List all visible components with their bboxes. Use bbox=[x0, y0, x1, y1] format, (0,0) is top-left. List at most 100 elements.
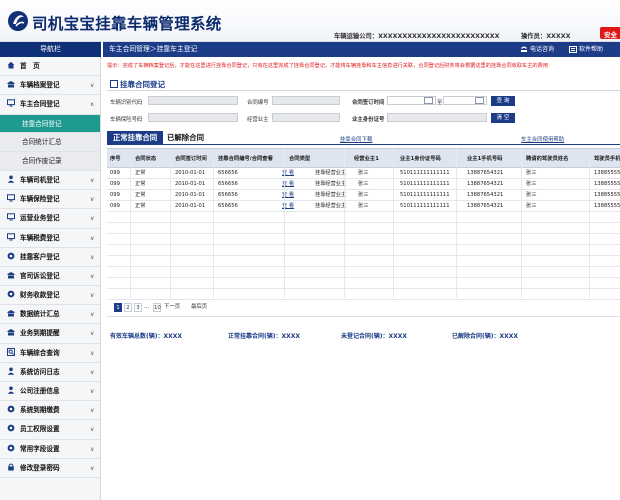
table-cell: 510111111111111 bbox=[400, 203, 450, 209]
stat-total-vehicles: 有效车辆总数(辆)：XXXX bbox=[110, 333, 182, 340]
monitor-icon bbox=[7, 96, 15, 107]
sidebar-item[interactable]: 车辆档案登记 ∨ bbox=[0, 76, 100, 96]
grid-line bbox=[130, 148, 131, 298]
table-cell: 正常 bbox=[135, 192, 146, 198]
sidebar-item[interactable]: 车主合同登记 ∧ bbox=[0, 95, 100, 115]
sidebar-item[interactable]: 系统到期缴费 ∨ bbox=[0, 401, 100, 421]
page-number[interactable]: 1 bbox=[114, 303, 122, 312]
table-cell: 13885555 bbox=[594, 192, 620, 198]
owner-id-input[interactable] bbox=[387, 113, 487, 122]
table-cell: 13885555 bbox=[594, 203, 620, 209]
sidebar-item[interactable]: 常用字段设置 ∨ bbox=[0, 440, 100, 459]
sidebar-item[interactable]: 业务到期提醒 ∨ bbox=[0, 324, 100, 344]
page-number[interactable]: 2 bbox=[124, 303, 132, 312]
column-header[interactable]: 序号 bbox=[110, 149, 121, 169]
tab-active-contracts[interactable]: 正常挂靠合同 bbox=[107, 131, 163, 144]
chevron-icon: ∨ bbox=[90, 272, 95, 280]
sidebar-item-label: 车辆司机登记 bbox=[20, 175, 60, 184]
column-header[interactable]: 挂靠合同编号/合同查看 bbox=[218, 149, 273, 169]
operator-label: 经营业主 bbox=[247, 117, 269, 123]
calendar-icon[interactable] bbox=[424, 97, 433, 104]
breadcrumb: 车主合同管理＞挂靠车主登记 bbox=[109, 45, 198, 53]
owner-phone-label: 车辆保险号码 bbox=[110, 117, 143, 123]
table-cell: 正常 bbox=[135, 181, 146, 187]
sidebar-item[interactable]: 车辆税费登记 ∨ bbox=[0, 229, 100, 248]
sidebar-item[interactable]: 修改登录密码 ∨ bbox=[0, 459, 100, 478]
safe-exit-button[interactable]: 安全 bbox=[600, 27, 620, 39]
page-number[interactable]: 3 bbox=[134, 303, 142, 312]
archive-icon bbox=[7, 306, 15, 317]
page-ellipsis[interactable]: … bbox=[144, 303, 149, 312]
owner-phone-input[interactable] bbox=[148, 113, 238, 122]
query-button[interactable]: 查 询 bbox=[491, 96, 515, 106]
table-row bbox=[107, 256, 620, 267]
sidebar-subitem[interactable]: 挂靠合同登记 bbox=[0, 114, 100, 134]
chevron-icon: ∨ bbox=[90, 388, 95, 396]
sidebar-item[interactable]: 数据统计汇总 ∨ bbox=[0, 305, 100, 325]
help-icon bbox=[569, 46, 577, 53]
contract-help-link[interactable]: 车主合同使用帮助 bbox=[521, 135, 564, 143]
contract-download-link[interactable]: 挂靠合同下载 bbox=[340, 135, 372, 143]
table-cell: 张三 bbox=[526, 192, 537, 198]
sidebar-item[interactable]: 公司注册信息 ∨ bbox=[0, 382, 100, 402]
chevron-icon: ∨ bbox=[90, 176, 95, 184]
sidebar-item[interactable]: 官司诉讼登记 ∨ bbox=[0, 267, 100, 287]
chevron-icon: ∨ bbox=[90, 215, 95, 223]
page-number[interactable]: 10 bbox=[153, 303, 161, 312]
column-header[interactable]: 业主1手机号码 bbox=[467, 149, 502, 169]
stat-ended-contracts: 已解除合同(辆)：XXXX bbox=[452, 333, 518, 340]
table-row bbox=[107, 234, 620, 245]
table-cell: 2010-01-01 bbox=[175, 203, 206, 209]
grid-line bbox=[213, 148, 214, 298]
sidebar-item[interactable]: 运营业务登记 ∨ bbox=[0, 209, 100, 229]
sidebar-item[interactable]: 员工权限设置 ∨ bbox=[0, 420, 100, 440]
table-cell: 挂靠经营业主 bbox=[315, 203, 347, 209]
chevron-icon: ∨ bbox=[90, 368, 95, 376]
sidebar-item[interactable]: 系统访问日志 ∨ bbox=[0, 363, 100, 383]
table-cell: 张三 bbox=[358, 181, 369, 187]
sidebar-item[interactable]: 财务收款登记 ∨ bbox=[0, 286, 100, 306]
sidebar-subitem[interactable]: 合同作废记录 bbox=[0, 152, 100, 171]
sidebar-item-label: 首 页 bbox=[20, 62, 40, 70]
next-page-button[interactable]: 下一页 bbox=[164, 303, 180, 312]
table-cell: 张三 bbox=[526, 181, 537, 187]
sidebar-item[interactable]: 挂靠客户登记 ∨ bbox=[0, 248, 100, 267]
calendar-icon[interactable] bbox=[475, 97, 484, 104]
clear-button[interactable]: 清 空 bbox=[491, 113, 515, 123]
sidebar-subitem[interactable]: 合同统计汇总 bbox=[0, 133, 100, 153]
column-header[interactable]: 驾驶员手机 bbox=[594, 149, 620, 169]
sidebar-item-label: 系统到期缴费 bbox=[20, 406, 60, 415]
chevron-icon: ∨ bbox=[90, 349, 95, 357]
column-header[interactable]: 合同状态 bbox=[135, 149, 156, 169]
table-cell: 2010-01-01 bbox=[175, 170, 206, 176]
sidebar-item[interactable]: 车辆综合查询 ∨ bbox=[0, 344, 100, 363]
notice-text: 提示：完成了车辆档案登记后，才能在这里进行挂靠合同登记，只有在这里完成了挂靠合同… bbox=[107, 63, 548, 69]
tab-ended-contracts[interactable]: 已解除合同 bbox=[167, 131, 204, 144]
archive-icon bbox=[7, 268, 15, 279]
column-header[interactable]: 聘请的驾驶员姓名 bbox=[526, 149, 568, 169]
table-cell: 张三 bbox=[526, 203, 537, 209]
column-header[interactable]: 合同签订时间 bbox=[175, 149, 207, 169]
chevron-icon: ∨ bbox=[90, 292, 95, 300]
table-cell: 2010-01-01 bbox=[175, 192, 206, 198]
phone-consult-link[interactable]: 电话咨询 bbox=[520, 42, 554, 57]
sidebar-item[interactable]: 车辆保险登记 ∨ bbox=[0, 190, 100, 210]
contract-no-input[interactable] bbox=[272, 96, 340, 105]
column-header[interactable]: 经营业主1 bbox=[354, 149, 379, 169]
sidebar-item[interactable]: 车辆司机登记 ∨ bbox=[0, 171, 100, 191]
table-cell: 13887654321 bbox=[467, 170, 504, 176]
table-cell: 656656 bbox=[218, 192, 238, 198]
section-title: 挂靠合同登记 bbox=[110, 79, 165, 90]
sidebar-item-label: 挂靠客户登记 bbox=[20, 252, 60, 261]
column-header[interactable]: 业主1身份证号码 bbox=[400, 149, 441, 169]
section-title-label: 挂靠合同登记 bbox=[120, 80, 165, 89]
sidebar-item[interactable]: 首 页 bbox=[0, 57, 100, 77]
last-page-button[interactable]: 最后页 bbox=[191, 303, 207, 312]
operator-input[interactable] bbox=[272, 113, 340, 122]
grid-line bbox=[393, 148, 394, 298]
person-icon bbox=[7, 383, 15, 394]
plate-input[interactable] bbox=[148, 96, 238, 105]
software-help-link[interactable]: 软件帮助 bbox=[569, 42, 603, 57]
column-header[interactable]: 合同类型 bbox=[289, 149, 310, 169]
chevron-icon: ∨ bbox=[90, 196, 95, 204]
